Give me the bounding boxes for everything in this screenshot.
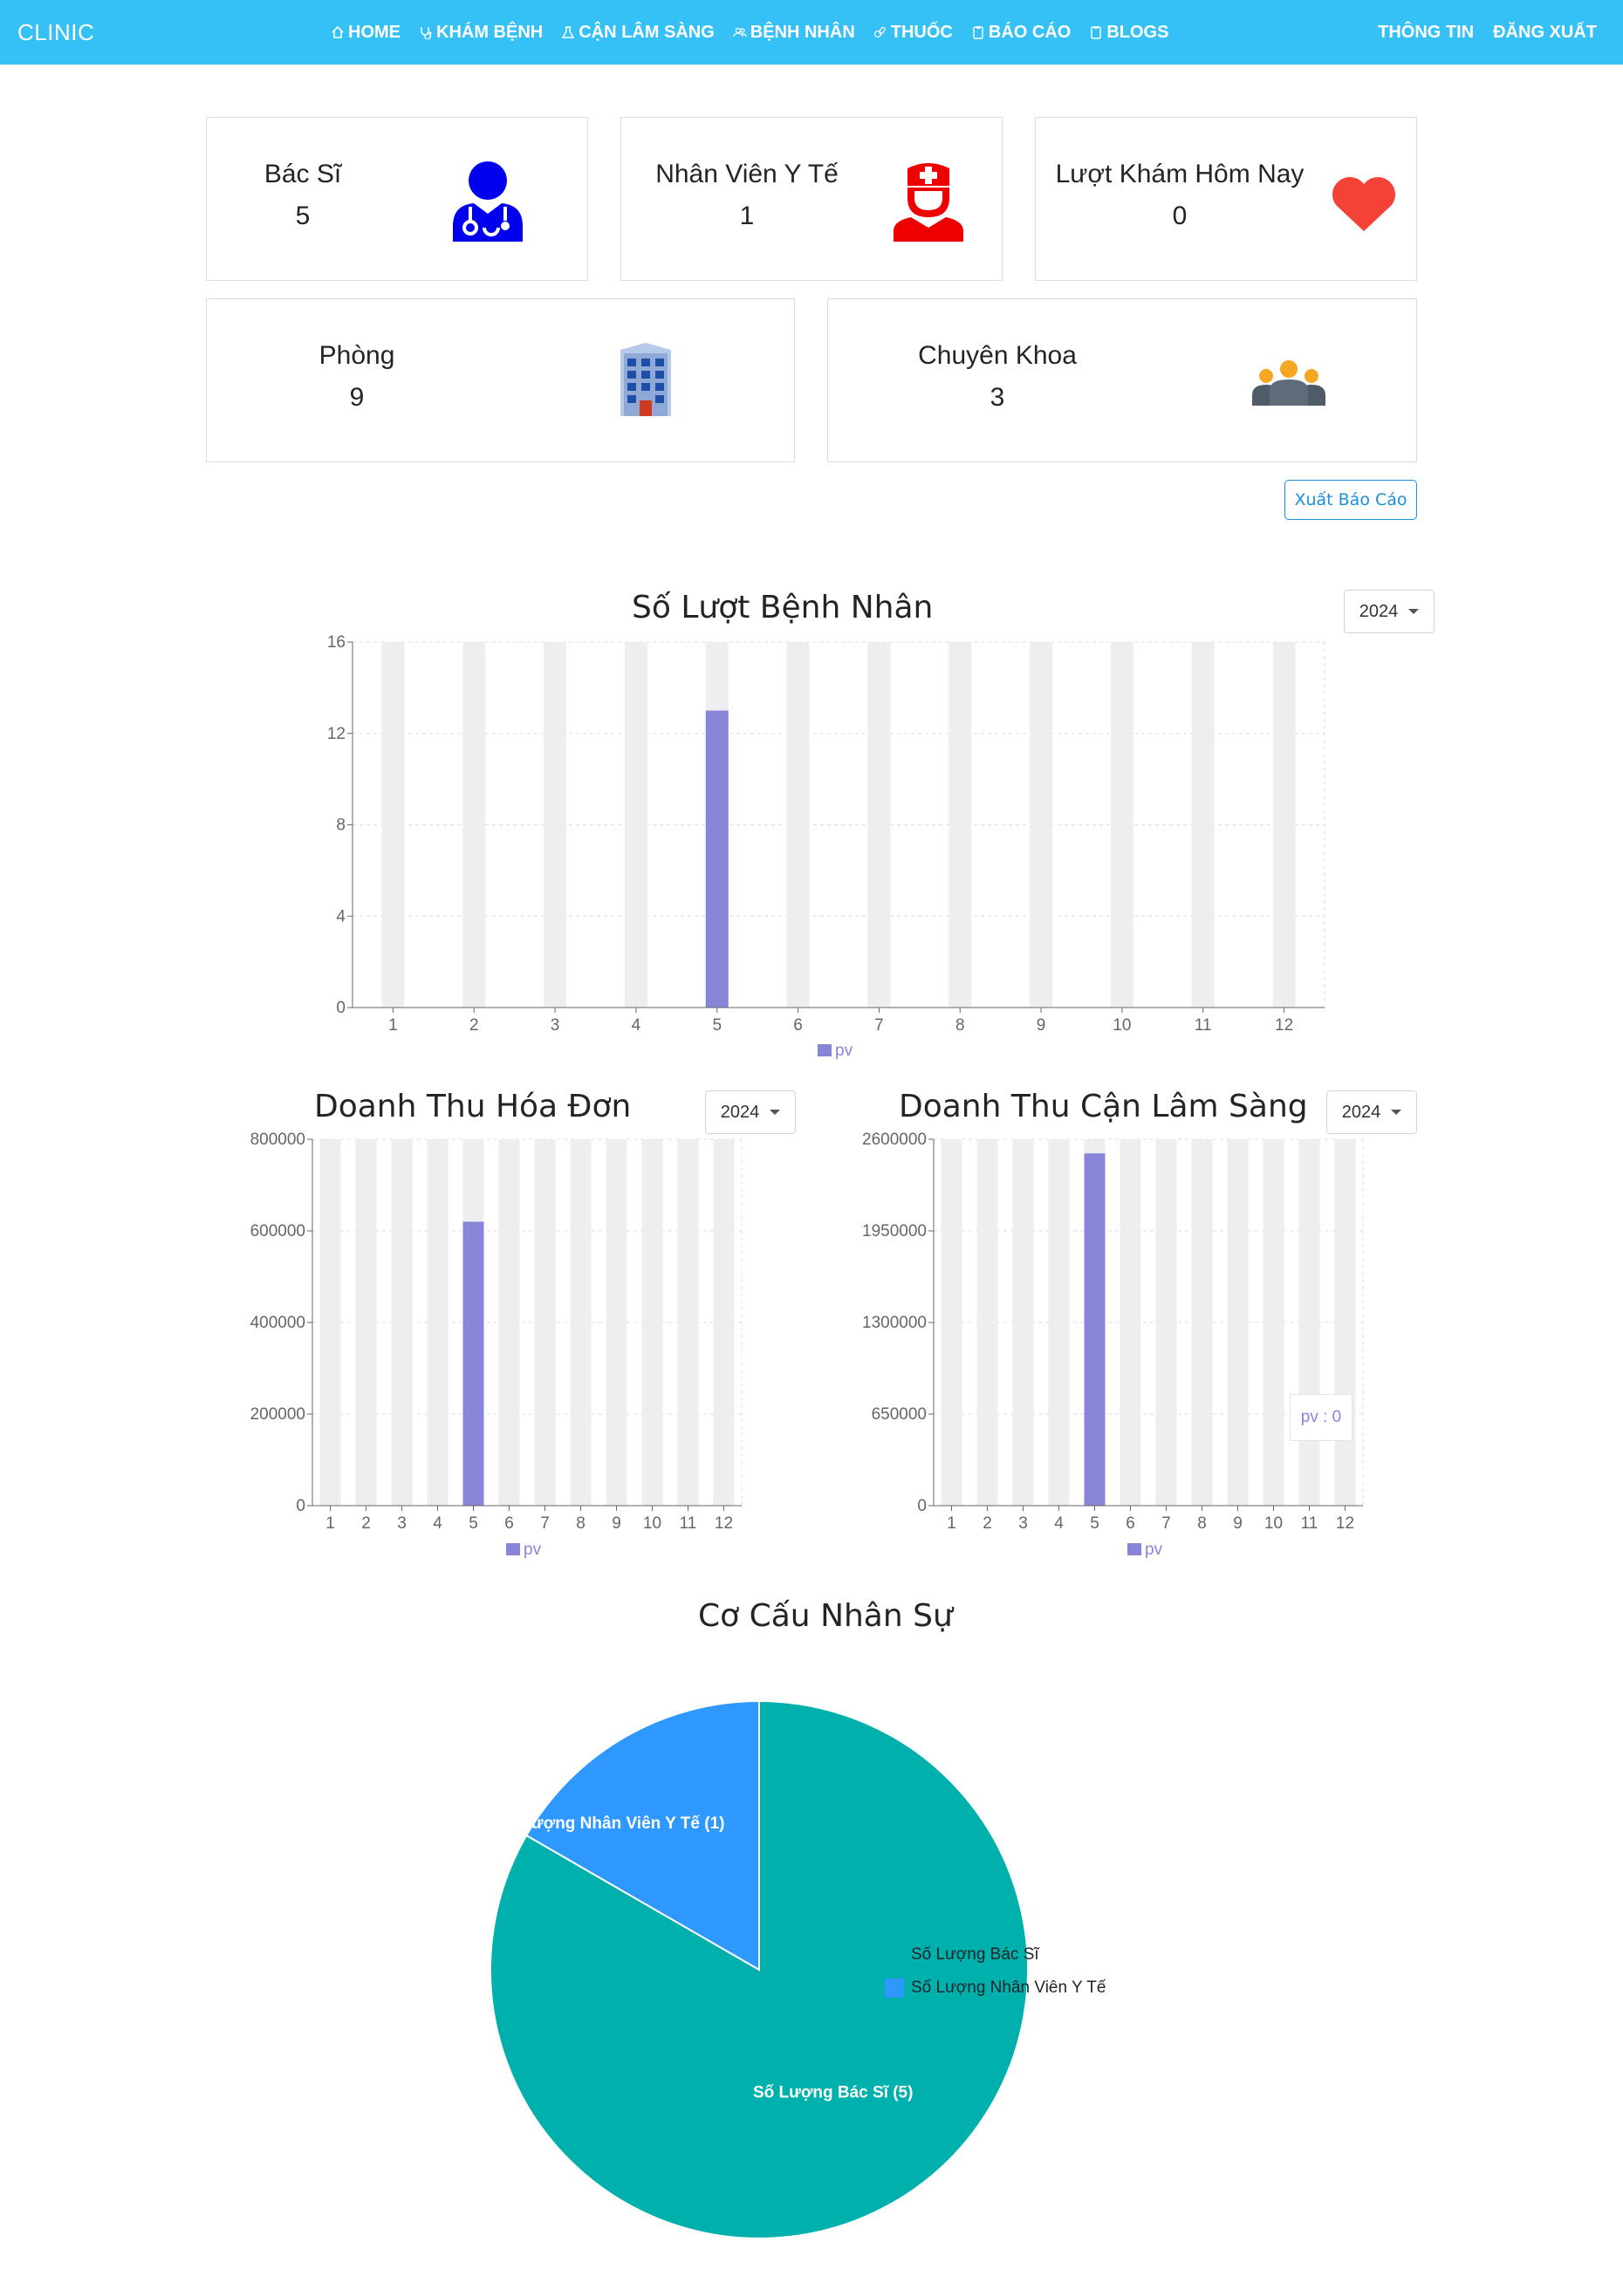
legend-swatch [885,1945,904,1965]
pie-slice-label: Số Lượng Nhân Viên Y Tế (1) [496,1814,725,1833]
legend-item-doctors[interactable]: Số Lượng Bác Sĩ [885,1938,1106,1971]
pie-slice-label: Số Lượng Bác Sĩ (5) [753,2084,914,2102]
pie-legend: Số Lượng Bác Sĩ Số Lượng Nhân Viên Y Tế [885,1938,1106,2005]
legend-item-staff[interactable]: Số Lượng Nhân Viên Y Tế [885,1971,1106,2005]
legend-label: Số Lượng Nhân Viên Y Tế [911,1978,1106,1997]
pie-chart-staff-structure: Số Lượng Bác Sĩ (5) Số Lượng Nhân Viên Y … [490,1699,1029,2239]
legend-label: Số Lượng Bác Sĩ [911,1945,1039,1964]
legend-swatch [885,1978,904,1998]
